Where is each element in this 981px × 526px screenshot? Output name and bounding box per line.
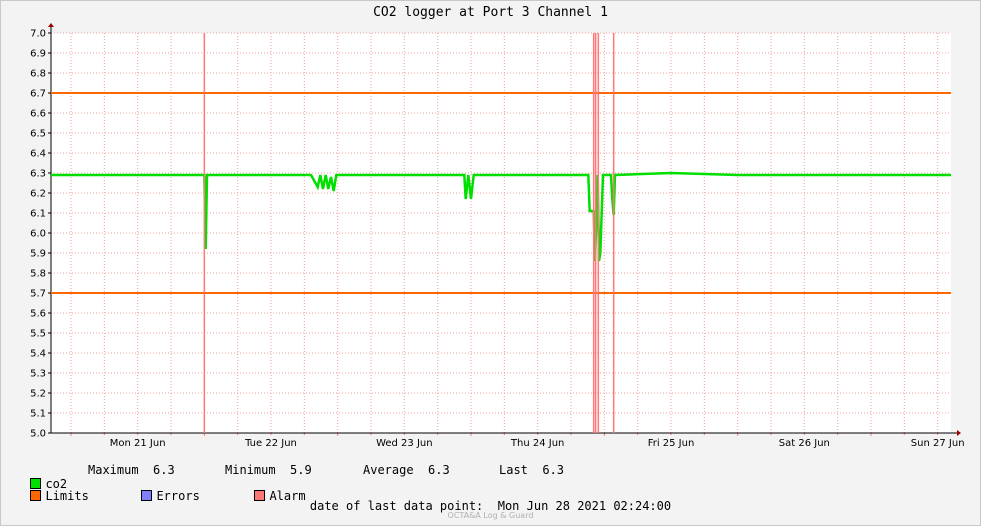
- y-tick-label: 6.1: [30, 209, 46, 220]
- y-tick-label: 5.1: [30, 409, 46, 420]
- y-tick-label: 5.8: [30, 269, 46, 280]
- y-tick-label: 6.8: [30, 69, 46, 80]
- x-tick-label: Fri 25 Jun: [648, 438, 695, 449]
- last-label: Last: [499, 463, 528, 477]
- y-tick-label: 5.4: [30, 349, 46, 360]
- x-tick-label: Thu 24 Jun: [510, 438, 565, 449]
- y-tick-label: 7.0: [30, 29, 46, 40]
- x-axis-arrow: [957, 430, 961, 436]
- y-tick-label: 6.6: [30, 109, 46, 120]
- avg-label: Average: [363, 463, 414, 477]
- y-tick-label: 6.7: [30, 89, 46, 100]
- y-tick-label: 5.0: [30, 429, 46, 440]
- co2-chart: 5.0 5.1 5.2 5.3 5.4 5.5 5.6 5.7 5.8 5.9 6.0 6.1 6.2 6…: [30, 23, 965, 449]
- last-value: 6.3: [542, 463, 565, 477]
- x-tick-label: Wed 23 Jun: [376, 438, 433, 449]
- y-axis-arrow: [48, 23, 54, 27]
- legend-last: Last 6.3: [499, 463, 564, 477]
- x-tick-labels: Mon 21 Jun Tue 22 Jun Wed 23 Jun Thu 24 Jun…: [110, 438, 965, 449]
- y-tick-label: 6.0: [30, 229, 46, 240]
- y-tick-label: 6.5: [30, 129, 46, 140]
- x-tick-label: Mon 21 Jun: [110, 438, 166, 449]
- y-tick-labels: 5.0 5.1 5.2 5.3 5.4 5.5 5.6 5.7 5.8 5.9 6.0 6.1 6.2 6…: [30, 29, 46, 440]
- y-tick-label: 6.3: [30, 169, 46, 180]
- y-tick-label: 6.9: [30, 49, 46, 60]
- y-tick-label: 5.2: [30, 389, 46, 400]
- y-tick-label: 6.2: [30, 189, 46, 200]
- x-tick-label: Tue 22 Jun: [244, 438, 297, 449]
- y-tick-label: 5.9: [30, 249, 46, 260]
- legend-average: Average 6.3: [363, 463, 450, 477]
- avg-value: 6.3: [428, 463, 450, 477]
- x-tick-label: Sat 26 Jun: [779, 438, 830, 449]
- y-tick-label: 5.6: [30, 309, 46, 320]
- y-tick-label: 6.4: [30, 149, 46, 160]
- y-tick-label: 5.3: [30, 369, 46, 380]
- y-tick-label: 5.5: [30, 329, 46, 340]
- footer-credit: OCTA&A Log & Guard: [447, 511, 534, 520]
- x-tick-label: Sun 27 Jun: [911, 438, 965, 449]
- y-tick-label: 5.7: [30, 289, 46, 300]
